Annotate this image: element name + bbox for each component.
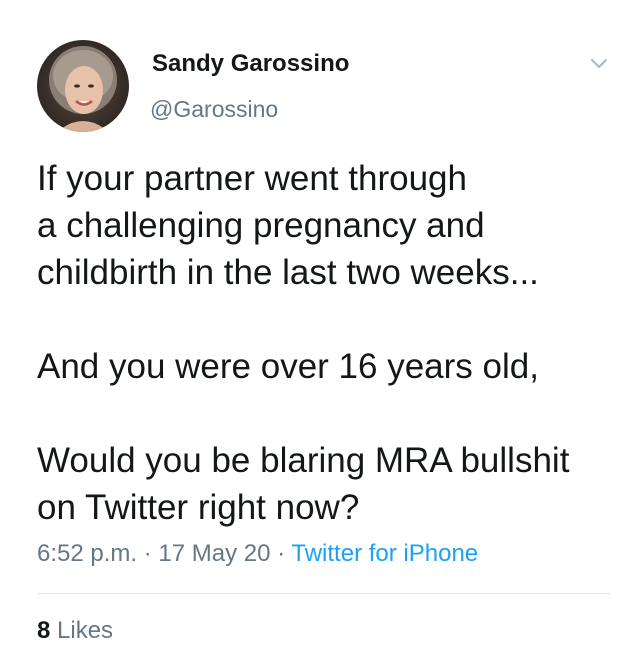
likes-stat[interactable]: 8 Likes (37, 617, 113, 645)
avatar[interactable] (37, 40, 129, 132)
meta-separator: · (143, 540, 152, 567)
tweet-date[interactable]: 17 May 20 (158, 540, 270, 567)
author-name[interactable]: Sandy Garossino (152, 50, 349, 78)
meta-separator: · (277, 540, 286, 567)
tweet-metadata: 6:52 p.m. · 17 May 20 · Twitter for iPho… (37, 540, 478, 568)
likes-label: Likes (57, 617, 114, 644)
divider (37, 593, 611, 594)
tweet-card: Sandy Garossino @Garossino If your partn… (0, 0, 643, 651)
chevron-down-icon[interactable] (588, 52, 610, 74)
tweet-text: If your partner went through a challengi… (37, 159, 570, 527)
tweet-source-link[interactable]: Twitter for iPhone (291, 540, 478, 567)
tweet-time[interactable]: 6:52 p.m. (37, 540, 137, 567)
author-handle[interactable]: @Garossino (150, 96, 278, 123)
likes-count: 8 (37, 617, 51, 644)
avatar-image (37, 40, 129, 132)
